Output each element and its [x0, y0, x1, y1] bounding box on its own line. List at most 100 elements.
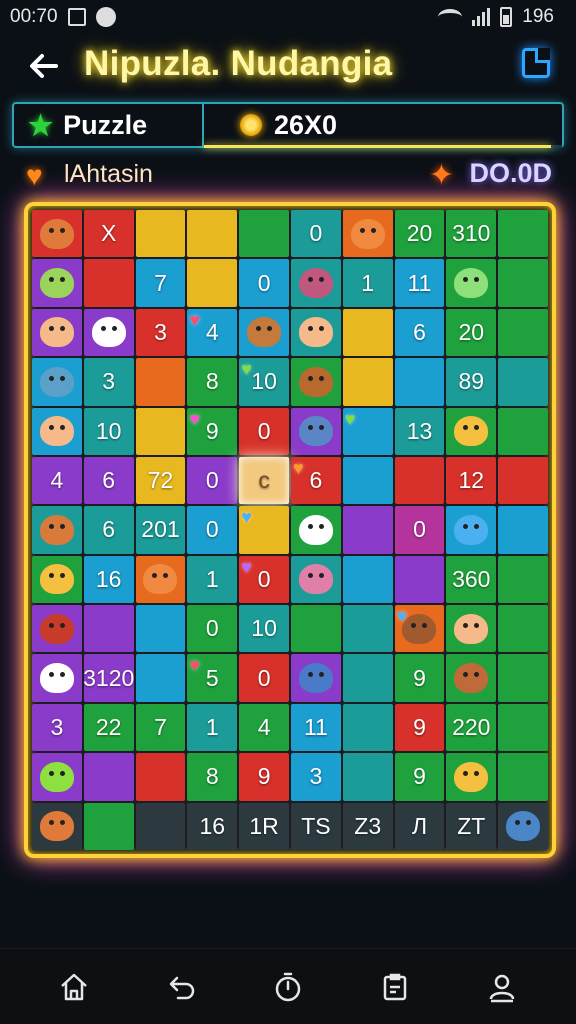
board-tile[interactable] [498, 555, 548, 604]
board-tile[interactable] [342, 358, 393, 406]
board-tile[interactable]: 11 [394, 259, 445, 307]
board-tile[interactable] [290, 259, 341, 307]
nav-timer-button[interactable] [264, 963, 312, 1011]
board-tile[interactable]: 4 ♥ [187, 308, 238, 357]
board-tile[interactable]: 0 [187, 605, 238, 653]
selected-tile[interactable]: c [239, 456, 289, 505]
board-tile[interactable]: 1 [342, 259, 393, 307]
board-tile[interactable]: 4 [32, 456, 82, 505]
board-tile[interactable] [135, 407, 186, 455]
board-tile[interactable] [290, 654, 341, 702]
board-tile[interactable] [135, 654, 186, 702]
board-tile[interactable]: 7 [135, 703, 186, 752]
board-tile[interactable] [83, 802, 134, 850]
board-tile[interactable]: 0 [187, 456, 238, 505]
board-tile[interactable] [446, 506, 497, 554]
board-tile[interactable] [498, 456, 548, 505]
board-tile[interactable]: 10 ♥ [239, 358, 289, 406]
board-tile[interactable]: 9 [239, 753, 289, 801]
board-tile[interactable]: 10 [83, 407, 134, 455]
board-tile[interactable] [135, 210, 186, 258]
board-tile[interactable] [446, 753, 497, 801]
board-tile[interactable] [290, 605, 341, 653]
board-tile[interactable]: 3 [83, 358, 134, 406]
board-tile[interactable]: 3 [290, 753, 341, 801]
board-tile[interactable]: 72 [135, 456, 186, 505]
board-tile[interactable] [498, 506, 548, 554]
board-tile[interactable] [135, 555, 186, 604]
board-tile[interactable]: 12 [446, 456, 497, 505]
board-tile[interactable]: 0 [394, 506, 445, 554]
board-tile[interactable]: 201 [135, 506, 186, 554]
board-tile[interactable] [135, 802, 186, 850]
board-tile[interactable]: X [83, 210, 134, 258]
board-tile[interactable]: 13 [394, 407, 445, 455]
board-tile[interactable] [342, 753, 393, 801]
board-tile[interactable]: 0 ♥ [239, 555, 289, 604]
board-tile[interactable]: ZT [446, 802, 497, 850]
board-tile[interactable]: 9 [394, 753, 445, 801]
board-tile[interactable]: 9 [394, 703, 445, 752]
board-tile[interactable]: 7 [135, 259, 186, 307]
back-button[interactable] [24, 46, 64, 86]
board-tile[interactable]: 6 [394, 308, 445, 357]
nav-profile-button[interactable] [478, 963, 526, 1011]
board-tile[interactable]: 1 [187, 555, 238, 604]
board-tile[interactable]: 310 [446, 210, 497, 258]
board-tile[interactable]: ♥ [342, 407, 393, 455]
board-tile[interactable] [498, 308, 548, 357]
board-tile[interactable]: 9 ♥ [187, 407, 238, 455]
board-tile[interactable] [290, 308, 341, 357]
board-tile[interactable]: 3 [135, 308, 186, 357]
board-tile[interactable] [446, 259, 497, 307]
board-tile[interactable]: 10 [239, 605, 289, 653]
board-tile[interactable]: 3120 [83, 654, 134, 702]
board-tile[interactable] [32, 407, 82, 455]
board-tile[interactable]: 4 [239, 703, 289, 752]
board-tile[interactable]: 3 [32, 703, 82, 752]
board-tile[interactable] [290, 358, 341, 406]
board-tile[interactable] [83, 605, 134, 653]
board-tile[interactable]: 22 [83, 703, 134, 752]
board-tile[interactable]: 16 [187, 802, 238, 850]
board-tile[interactable]: 0 [239, 654, 289, 702]
board-tile[interactable]: ♥ [239, 506, 289, 554]
board-tile[interactable]: 220 [446, 703, 497, 752]
board-tile[interactable]: 0 [239, 407, 289, 455]
board-tile[interactable]: 5 ♥ [187, 654, 238, 702]
board-tile[interactable] [239, 210, 289, 258]
board-tile[interactable] [32, 358, 82, 406]
board-tile[interactable] [135, 605, 186, 653]
board-tile[interactable] [32, 210, 82, 258]
board-tile[interactable] [342, 308, 393, 357]
board-tile[interactable] [290, 407, 341, 455]
board-tile[interactable]: 11 [290, 703, 341, 752]
nav-tasks-button[interactable] [371, 963, 419, 1011]
board-tile[interactable]: 6 [83, 456, 134, 505]
board-tile[interactable] [498, 802, 548, 850]
board-tile[interactable]: 6 [83, 506, 134, 554]
board-tile[interactable]: 1 [187, 703, 238, 752]
board-tile[interactable] [83, 308, 134, 357]
board-tile[interactable] [394, 456, 445, 505]
board-tile[interactable] [187, 210, 238, 258]
board-tile[interactable]: 8 [187, 358, 238, 406]
share-button[interactable] [522, 48, 550, 78]
nav-home-button[interactable] [50, 963, 98, 1011]
board-tile[interactable] [498, 407, 548, 455]
board-tile[interactable] [342, 210, 393, 258]
board-tile[interactable] [342, 654, 393, 702]
board-tile[interactable] [498, 210, 548, 258]
board-tile[interactable]: 9 [394, 654, 445, 702]
board-tile[interactable]: TS [290, 802, 341, 850]
board-tile[interactable] [32, 308, 82, 357]
board-tile[interactable]: 20 [446, 308, 497, 357]
board-tile[interactable]: 20 [394, 210, 445, 258]
board-tile[interactable] [498, 605, 548, 653]
board-tile[interactable]: 0 [187, 506, 238, 554]
board-tile[interactable] [32, 506, 82, 554]
board-tile[interactable]: 0 [290, 210, 341, 258]
board-tile[interactable] [32, 753, 82, 801]
board-tile[interactable] [135, 753, 186, 801]
board-tile[interactable]: Л [394, 802, 445, 850]
